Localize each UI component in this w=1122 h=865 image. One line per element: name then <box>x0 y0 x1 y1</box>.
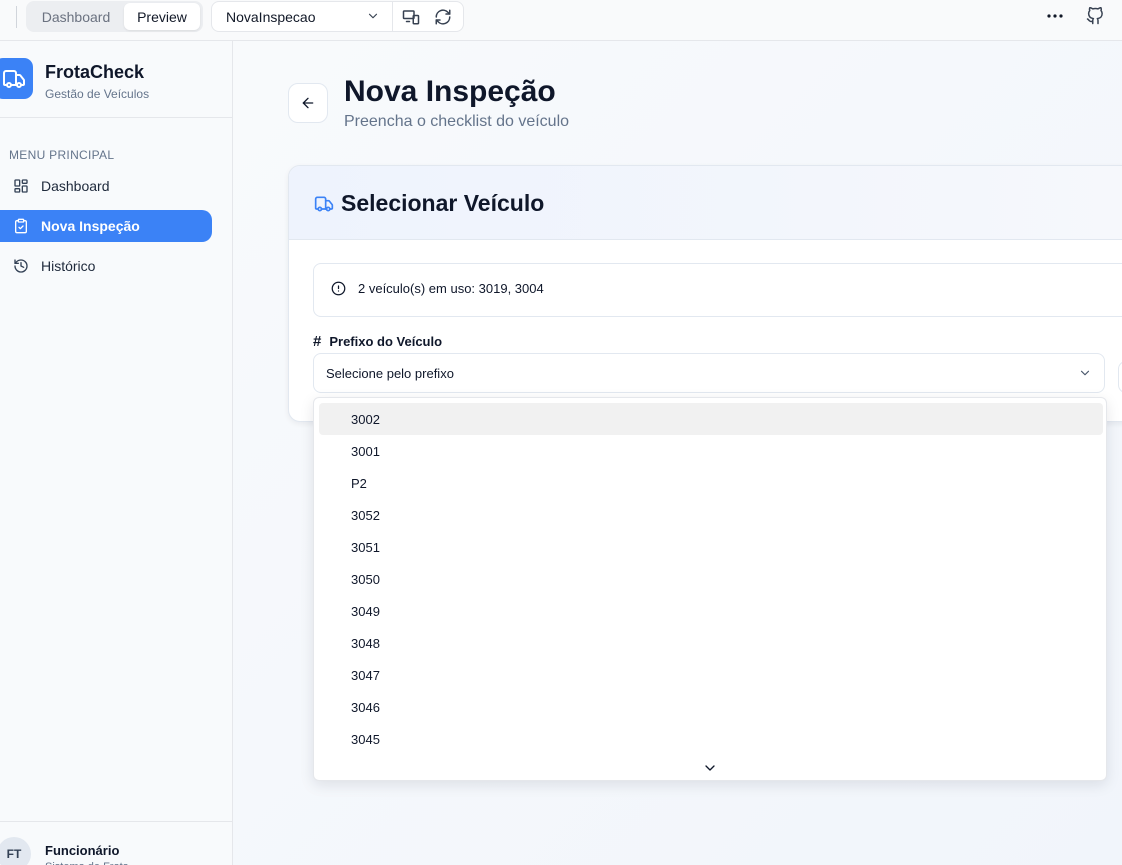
dropdown-option[interactable]: 3052 <box>319 499 1103 531</box>
dropdown-option[interactable]: 3048 <box>319 627 1103 659</box>
dropdown-option[interactable]: 3051 <box>319 531 1103 563</box>
sidebar-divider <box>0 117 232 118</box>
chevron-down-icon <box>368 13 378 19</box>
view-mode-toggle: Dashboard Preview <box>26 1 203 32</box>
dashboard-icon <box>14 179 28 193</box>
dropdown-option[interactable]: 3001 <box>319 435 1103 467</box>
user-role: Sistema de Frota <box>45 861 129 865</box>
truck-icon <box>314 196 334 212</box>
sidebar-item-label: Histórico <box>41 258 96 274</box>
tab-preview[interactable]: Preview <box>124 3 200 30</box>
select-placeholder: Selecione pelo prefixo <box>326 366 454 381</box>
dropdown-option[interactable]: 3046 <box>319 691 1103 723</box>
top-toolbar: Dashboard Preview NovaInspecao <box>0 0 1122 41</box>
avatar: FT <box>0 837 31 865</box>
alert-text: 2 veículo(s) em uso: 3019, 3004 <box>358 281 544 296</box>
arrow-left-icon <box>302 97 314 109</box>
page-selector-value: NovaInspecao <box>226 8 316 25</box>
page-selector-divider <box>392 2 393 31</box>
sidebar-item-label: Dashboard <box>41 178 110 194</box>
dropdown-option[interactable]: 3002 <box>319 403 1103 435</box>
card-title: Selecionar Veículo <box>341 190 545 216</box>
back-button[interactable] <box>288 83 328 123</box>
history-icon <box>14 259 28 273</box>
truck-icon <box>2 69 25 88</box>
hash-icon: # <box>313 333 322 350</box>
prefix-dropdown-list: 3002 3001 P2 3052 3051 3050 3049 3048 30… <box>313 397 1107 781</box>
dropdown-option[interactable]: P2 <box>319 467 1103 499</box>
page-selector[interactable]: NovaInspecao <box>211 1 464 32</box>
more-options-icon[interactable] <box>1045 8 1065 24</box>
menu-section-label: MENU PRINCIPAL <box>9 148 115 162</box>
sidebar-item-nova-inspecao[interactable]: Nova Inspeção <box>0 210 212 242</box>
brand-name: FrotaCheck <box>45 62 145 82</box>
clipboard-check-icon <box>15 218 27 234</box>
page-title: Nova Inspeção <box>344 75 556 108</box>
scroll-down-icon[interactable] <box>702 760 718 776</box>
sidebar-item-label: Nova Inspeção <box>41 218 140 234</box>
sidebar-item-historico[interactable]: Histórico <box>0 250 212 282</box>
dropdown-option[interactable]: 3045 <box>319 723 1103 755</box>
github-icon[interactable] <box>1086 7 1104 25</box>
prefix-label-text: Prefixo do Veículo <box>329 334 443 349</box>
sidebar-footer-divider <box>0 821 232 822</box>
dropdown-option[interactable]: 3050 <box>319 563 1103 595</box>
sidebar: FrotaCheck Gestão de Veículos MENU PRINC… <box>0 41 233 865</box>
sidebar-item-dashboard[interactable]: Dashboard <box>0 170 212 202</box>
toolbar-divider <box>16 6 17 28</box>
chevron-down-icon <box>1080 370 1090 376</box>
vehicles-in-use-alert: 2 veículo(s) em uso: 3019, 3004 <box>313 263 1122 317</box>
dropdown-option[interactable]: 3047 <box>319 659 1103 691</box>
responsive-preview-icon[interactable] <box>402 8 420 26</box>
prefix-field-label: # Prefixo do Veículo <box>313 333 442 350</box>
tab-dashboard[interactable]: Dashboard <box>28 3 124 30</box>
card-header: Selecionar Veículo <box>289 166 1122 240</box>
brand-subtitle: Gestão de Veículos <box>45 87 150 101</box>
side-action-button[interactable] <box>1118 361 1122 393</box>
vehicle-select-card: Selecionar Veículo 2 veículo(s) em uso: … <box>288 165 1122 422</box>
user-name: Funcionário <box>45 843 120 858</box>
alert-circle-icon <box>331 281 346 296</box>
dropdown-option[interactable]: 3049 <box>319 595 1103 627</box>
page-subtitle: Preencha o checklist do veículo <box>344 113 570 130</box>
vehicle-prefix-select[interactable]: Selecione pelo prefixo <box>313 353 1105 393</box>
brand-logo <box>0 58 33 99</box>
refresh-icon[interactable] <box>434 8 452 26</box>
